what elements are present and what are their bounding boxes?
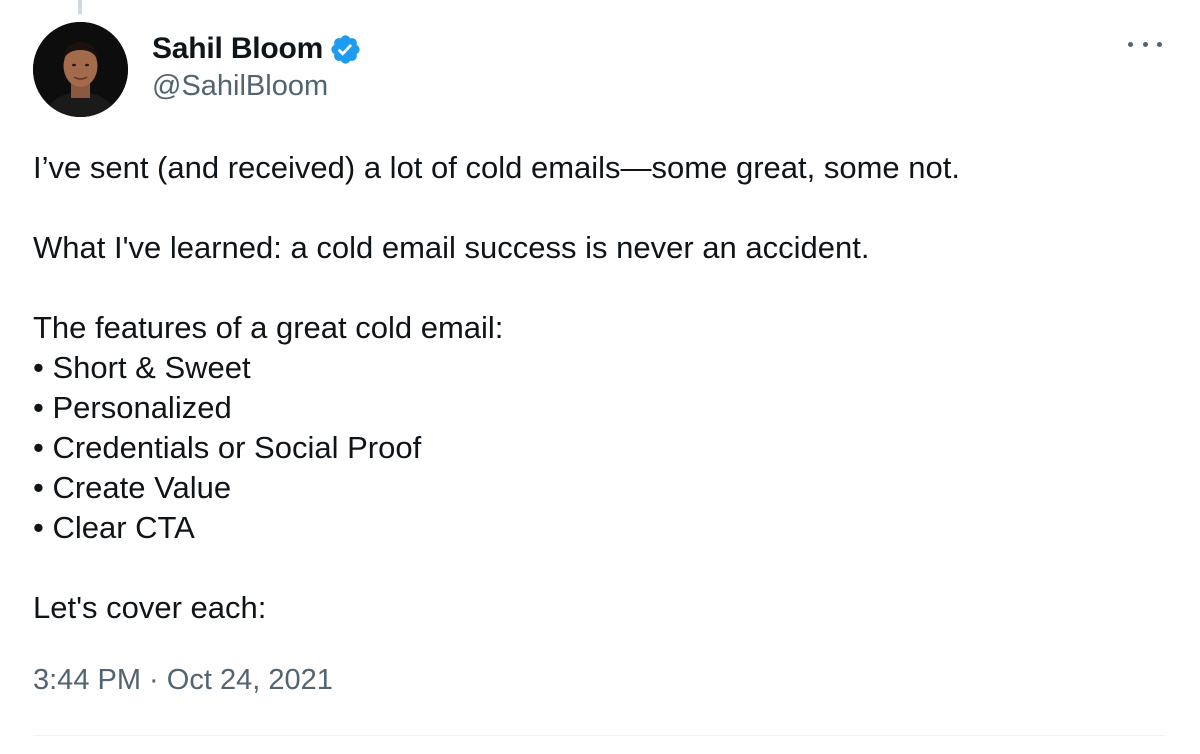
feature-item: • Clear CTA [33,510,195,545]
more-dot [1128,41,1133,47]
more-dot [1142,41,1148,47]
avatar[interactable] [33,22,128,117]
features-heading: The features of a great cold email: [33,310,504,345]
tweet-timestamp[interactable]: 3:44 PM · Oct 24, 2021 [33,664,333,697]
more-options-icon[interactable] [1128,34,1162,54]
feature-item: • Personalized [33,390,232,425]
tweet-intro: I’ve sent (and received) a lot of cold e… [33,150,960,185]
thread-connector-line [78,0,82,14]
feature-item: • Create Value [33,470,232,505]
tweet-author: Sahil Bloom @SahilBloom [152,30,362,103]
author-handle[interactable]: @SahilBloom [152,70,362,103]
tweet-closing: Let's cover each: [33,590,267,625]
feature-item: • Short & Sweet [33,350,251,385]
author-display-name[interactable]: Sahil Bloom [152,32,323,66]
tweet-learned: What I've learned: a cold email success … [33,230,870,265]
more-dot [1157,41,1162,47]
feature-item: • Credentials or Social Proof [33,430,422,465]
tweet-text: I’ve sent (and received) a lot of cold e… [33,148,1163,628]
verified-badge-icon [329,33,362,66]
author-name-row: Sahil Bloom [152,30,362,68]
divider [33,735,1165,736]
